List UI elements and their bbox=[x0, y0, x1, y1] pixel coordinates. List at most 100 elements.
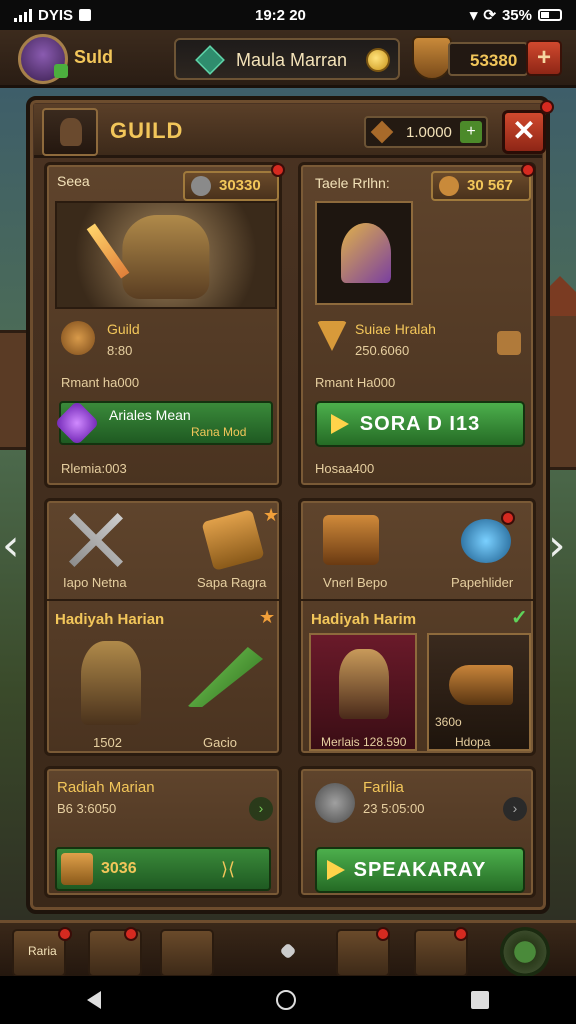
gold-counter: 53380 bbox=[448, 42, 528, 76]
green-sword-icon[interactable] bbox=[187, 647, 263, 707]
star-icon-2: ★ bbox=[259, 607, 276, 627]
item-alert-badge bbox=[521, 163, 535, 177]
gold-amount: 53380 bbox=[470, 51, 518, 70]
toolbar-book-button[interactable] bbox=[160, 929, 214, 977]
item-footer: Hosaa400 bbox=[315, 461, 375, 476]
item-offer-card[interactable]: Taele Rrlhn: 30 567 Suiae Hralah 250.606… bbox=[298, 162, 536, 488]
hero-card-value: Merlais 128.590 bbox=[321, 735, 407, 749]
bottom-left-value: B6 3:6050 bbox=[57, 801, 117, 816]
claim-arrow-icon bbox=[331, 414, 349, 434]
settings-gear-icon[interactable] bbox=[500, 927, 550, 977]
purple-gem-icon bbox=[54, 400, 100, 446]
resource-amount: 1.0000 bbox=[406, 124, 452, 141]
bottom-toolbar bbox=[0, 920, 576, 977]
item-price-tag[interactable]: 30 567 bbox=[431, 171, 531, 201]
right-grid-right-label: Papehlider bbox=[451, 575, 514, 590]
shield-button[interactable] bbox=[412, 36, 452, 80]
guild-emblem-icon bbox=[61, 321, 95, 355]
lower-left-section: ★ Iapo Netna Sapa Ragra Hadiyah Harian ★… bbox=[44, 498, 282, 756]
emerald-icon bbox=[195, 45, 225, 75]
panel-title: GUILD bbox=[110, 118, 184, 143]
featured-alert-badge bbox=[271, 163, 285, 177]
item-name: Suiae Hralah bbox=[355, 321, 436, 337]
featured-card-title: Seea bbox=[57, 173, 90, 189]
featured-reward-bar[interactable]: Ariales Mean Rana Mod bbox=[54, 400, 273, 446]
sync-icon: ⟳ bbox=[483, 7, 496, 24]
close-alert-badge bbox=[540, 100, 554, 114]
chevron-right-icon[interactable]: › bbox=[548, 520, 566, 571]
weapon-value: Gacio bbox=[203, 735, 237, 750]
panel-header: GUILD 1.0000 + ✕ bbox=[34, 100, 554, 158]
rank-badge-icon bbox=[317, 321, 347, 351]
crossed-swords-icon[interactable] bbox=[69, 513, 123, 567]
item-price: 30 567 bbox=[467, 177, 513, 194]
helmet-icon[interactable] bbox=[461, 519, 511, 563]
carrier-label: DYIS bbox=[38, 6, 74, 24]
bottom-right-value: 23 5:05:00 bbox=[363, 801, 425, 816]
bottom-left-bar-value: 3036 bbox=[101, 860, 137, 877]
item-frame bbox=[315, 201, 413, 305]
add-gold-button[interactable]: + bbox=[526, 40, 562, 76]
close-button[interactable]: ✕ bbox=[502, 110, 546, 154]
featured-label-a: Rmant ha000 bbox=[61, 375, 140, 390]
bottom-right-card: Farilia 23 5:05:00 › SPEAKARAY bbox=[298, 766, 536, 898]
resource-counter: 1.0000 + bbox=[364, 116, 488, 148]
info-icon[interactable] bbox=[497, 331, 521, 355]
hero-figure bbox=[122, 215, 210, 299]
go-icon-2[interactable]: › bbox=[503, 797, 527, 821]
item-card-title: Taele Rrlhn: bbox=[315, 175, 390, 191]
gem-alert-badge bbox=[376, 927, 390, 941]
home-icon[interactable] bbox=[275, 990, 296, 1010]
featured-item-value: 8:80 bbox=[107, 343, 133, 358]
silver-coin-icon bbox=[191, 176, 211, 196]
chevron-left-icon[interactable]: ‹ bbox=[2, 520, 20, 571]
knight-hero-icon[interactable] bbox=[81, 641, 141, 725]
speakaray-button[interactable]: SPEAKARAY bbox=[315, 847, 525, 893]
anvil-icon[interactable] bbox=[323, 515, 379, 565]
wood-resource-icon bbox=[370, 120, 394, 144]
bottom-left-progress-bar[interactable]: 3036 ⟩⟨ bbox=[55, 847, 271, 891]
featured-footer: Rlemia:003 bbox=[61, 461, 127, 476]
featured-offer-card[interactable]: Seea 30330 Guild 8:80 Rmant ha000 Ariale… bbox=[44, 162, 285, 488]
recent-apps-icon[interactable] bbox=[470, 991, 489, 1009]
system-nav-bar bbox=[0, 976, 576, 1024]
toolbar-first-label: Raria bbox=[28, 944, 57, 958]
battery-icon bbox=[538, 9, 562, 21]
status-bar: DYIS 19:2 20 ▾ ⟳ 35% bbox=[0, 0, 576, 30]
featured-price-tag[interactable]: 30330 bbox=[183, 171, 279, 201]
quest-alert-badge bbox=[58, 927, 72, 941]
bronze-coin-icon bbox=[439, 176, 459, 196]
hero-card-frame[interactable] bbox=[309, 633, 417, 751]
lower-right-section: Vnerl Bepo Papehlider Hadiyah Harim ✓ Me… bbox=[298, 498, 536, 756]
reward-bar-tag: Rana Mod bbox=[191, 425, 247, 439]
page-indicator-icon bbox=[279, 942, 297, 960]
bottom-left-title: Radiah Marian bbox=[57, 779, 155, 796]
divider bbox=[47, 599, 279, 601]
helmet-alert-badge bbox=[501, 511, 515, 525]
hero-portrait bbox=[55, 201, 277, 309]
left-grid-right-label: Sapa Ragra bbox=[197, 575, 267, 590]
warrior-hero-icon bbox=[339, 649, 389, 719]
cannon-card-frame[interactable] bbox=[427, 633, 531, 751]
scroll-icon[interactable] bbox=[201, 509, 265, 571]
guild-name-pill[interactable]: Maula Marran bbox=[174, 38, 400, 80]
cannon-icon bbox=[449, 665, 513, 705]
orb-alert-badge bbox=[454, 927, 468, 941]
top-hud: Suld Maula Marran 53380 + bbox=[0, 30, 576, 88]
speak-arrow-icon bbox=[327, 860, 345, 880]
gear-token-icon bbox=[315, 783, 355, 823]
check-icon: ✓ bbox=[511, 607, 528, 629]
player-name: Suld bbox=[74, 47, 113, 67]
chest-icon bbox=[61, 853, 93, 885]
magic-staff-icon bbox=[341, 223, 391, 283]
featured-item-name: Guild bbox=[107, 321, 140, 337]
coin-icon bbox=[366, 48, 390, 72]
add-resource-button[interactable]: + bbox=[460, 121, 482, 143]
bottom-right-title: Farilia bbox=[363, 779, 404, 796]
featured-price: 30330 bbox=[219, 177, 261, 194]
item-label-a: Rmant Ha000 bbox=[315, 375, 396, 390]
go-icon[interactable]: › bbox=[249, 797, 273, 821]
cannon-value: Hdopa bbox=[455, 735, 491, 749]
back-icon[interactable] bbox=[87, 991, 102, 1009]
status-time: 19:2 20 bbox=[255, 6, 306, 24]
